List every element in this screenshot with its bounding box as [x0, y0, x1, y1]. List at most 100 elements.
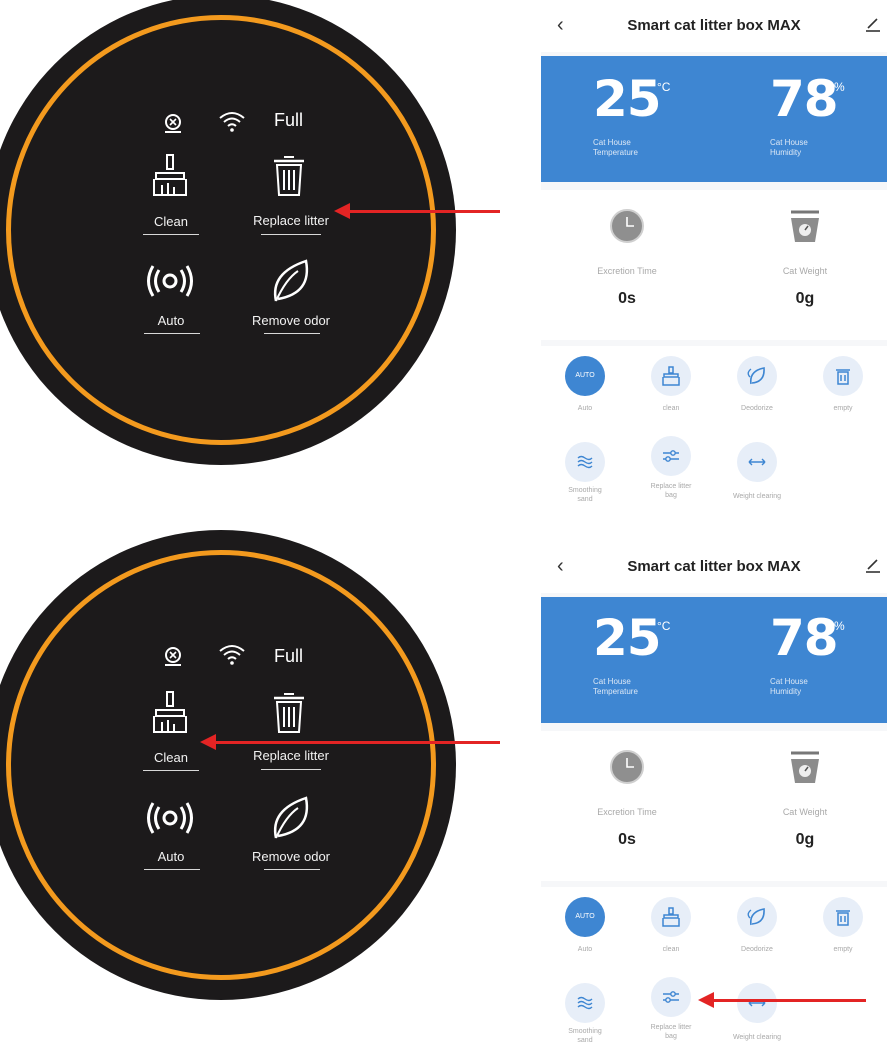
- clock-icon: [610, 209, 644, 243]
- mode-smoothing-button[interactable]: [565, 983, 605, 1023]
- clock-icon: [610, 750, 644, 784]
- environment-banner: 25 °C Cat House Temperature 78 % Cat Hous…: [541, 56, 887, 182]
- auto-signal-icon[interactable]: [146, 263, 194, 299]
- robot-status-icon: [165, 114, 181, 133]
- clean-label[interactable]: Clean: [141, 214, 201, 229]
- full-status-text: Full: [274, 110, 304, 130]
- remove-odor-label[interactable]: Remove odor: [236, 849, 346, 864]
- arrow-replace-litter-bag: [698, 992, 866, 1008]
- control-panel-top: Full Clean Replace litter Auto Remove od…: [0, 0, 456, 465]
- cat-weight-label: Cat Weight: [782, 266, 828, 276]
- broom-icon[interactable]: [150, 153, 190, 197]
- temperature-unit: °C: [657, 619, 671, 633]
- replace-litter-underline: [261, 769, 321, 770]
- control-panel-bottom: Full Clean Replace litter Auto Remove od…: [0, 530, 456, 1000]
- mode-auto-button[interactable]: AUTO: [565, 897, 605, 937]
- excretion-time-label: Excretion Time: [597, 266, 657, 276]
- replace-litter-label[interactable]: Replace litter: [236, 748, 346, 763]
- mode-clean-label: clean: [662, 946, 680, 953]
- humidity-unit: %: [834, 619, 845, 633]
- auto-underline: [144, 333, 200, 334]
- auto-signal-icon[interactable]: [146, 800, 194, 836]
- clean-label[interactable]: Clean: [141, 750, 201, 765]
- app-screen-bottom: ‹ Smart cat litter box MAX 25 °C Cat Hou…: [541, 545, 887, 1064]
- temperature-value: 25: [593, 609, 662, 667]
- mode-clean-button[interactable]: [651, 356, 691, 396]
- mode-replace-bag-label: Replace litter bag: [650, 483, 692, 499]
- mode-empty-button[interactable]: [823, 356, 863, 396]
- trash-small-icon: [836, 369, 850, 385]
- mode-weight-clearing-button[interactable]: [737, 983, 777, 1023]
- sliders-icon: [663, 991, 679, 1003]
- sliders-icon: [663, 450, 679, 462]
- modes-card: AUTO Auto clean Deodorize empty Smoothin…: [541, 887, 887, 1064]
- app-header: ‹ Smart cat litter box MAX: [541, 4, 887, 52]
- replace-litter-label[interactable]: Replace litter: [236, 213, 346, 228]
- trash-icon[interactable]: [271, 690, 307, 734]
- mode-weight-clearing-button[interactable]: [737, 442, 777, 482]
- cat-weight-value: 0g: [795, 831, 815, 848]
- leaf-icon[interactable]: [268, 794, 312, 842]
- app-title: Smart cat litter box MAX: [627, 17, 801, 34]
- mode-replace-bag-label: Replace litter bag: [650, 1024, 692, 1040]
- modes-card: AUTO Auto clean Deodorize empty Smoothin…: [541, 346, 887, 528]
- mode-smoothing-label: Smoothing sand: [568, 487, 602, 503]
- trash-small-icon: [836, 910, 850, 926]
- mode-deodorize-label: Deodorize: [741, 405, 773, 412]
- arrows-horizontal-icon: [748, 458, 766, 466]
- scale-icon: [791, 751, 819, 783]
- cat-weight-value: 0g: [795, 290, 815, 307]
- arrow-clean: [200, 734, 500, 750]
- temperature-caption: Cat House Temperature: [593, 138, 638, 157]
- app-title: Smart cat litter box MAX: [627, 558, 801, 575]
- mode-clean-label: clean: [662, 405, 680, 412]
- mode-deodorize-label: Deodorize: [741, 946, 773, 953]
- mode-clean-button[interactable]: [651, 897, 691, 937]
- full-status-text: Full: [274, 646, 304, 666]
- broom-small-icon: [662, 366, 680, 386]
- mode-replace-bag-button[interactable]: [651, 436, 691, 476]
- mode-smoothing-button[interactable]: [565, 442, 605, 482]
- leaf-small-icon: [747, 367, 765, 385]
- remove-odor-label[interactable]: Remove odor: [236, 313, 346, 328]
- temperature-unit: °C: [657, 80, 671, 94]
- humidity-unit: %: [834, 80, 845, 94]
- remove-odor-underline: [264, 333, 320, 334]
- mode-weight-clearing-label: Weight clearing: [732, 493, 782, 500]
- auto-label[interactable]: Auto: [141, 313, 201, 328]
- excretion-time-value: 0s: [618, 290, 636, 307]
- mode-weight-clearing-label: Weight clearing: [732, 1034, 782, 1041]
- excretion-time-value: 0s: [618, 831, 636, 848]
- waves-icon: [577, 996, 593, 1010]
- leaf-icon[interactable]: [268, 257, 312, 305]
- mode-replace-bag-button[interactable]: [651, 977, 691, 1017]
- mode-empty-button[interactable]: [823, 897, 863, 937]
- auto-underline: [144, 869, 200, 870]
- replace-litter-underline: [261, 234, 321, 235]
- edit-icon[interactable]: [865, 16, 881, 32]
- mode-deodorize-button[interactable]: [737, 897, 777, 937]
- broom-icon[interactable]: [150, 690, 190, 734]
- cat-weight-label: Cat Weight: [782, 807, 828, 817]
- arrow-replace-litter: [334, 203, 500, 219]
- robot-status-icon: [165, 647, 181, 666]
- mode-deodorize-button[interactable]: [737, 356, 777, 396]
- mode-empty-label: empty: [833, 405, 853, 412]
- wifi-icon: [219, 112, 245, 132]
- edit-icon[interactable]: [865, 557, 881, 573]
- environment-banner: 25 °C Cat House Temperature 78 % Cat Hous…: [541, 597, 887, 723]
- humidity-caption: Cat House Humidity: [770, 138, 808, 157]
- mode-smoothing-label: Smoothing sand: [568, 1028, 602, 1044]
- stats-card: Excretion Time 0s Cat Weight 0g: [541, 731, 887, 881]
- app-screen-top: ‹ Smart cat litter box MAX 25 °C Cat Hou…: [541, 4, 887, 528]
- trash-icon[interactable]: [271, 153, 307, 197]
- auto-label[interactable]: Auto: [141, 849, 201, 864]
- wifi-icon: [219, 645, 245, 665]
- arrows-horizontal-icon: [748, 999, 766, 1007]
- orange-ring: [6, 550, 436, 980]
- humidity-value: 78: [770, 609, 839, 667]
- temperature-value: 25: [593, 70, 662, 128]
- broom-small-icon: [662, 907, 680, 927]
- temperature-caption: Cat House Temperature: [593, 677, 638, 696]
- mode-auto-button[interactable]: AUTO: [565, 356, 605, 396]
